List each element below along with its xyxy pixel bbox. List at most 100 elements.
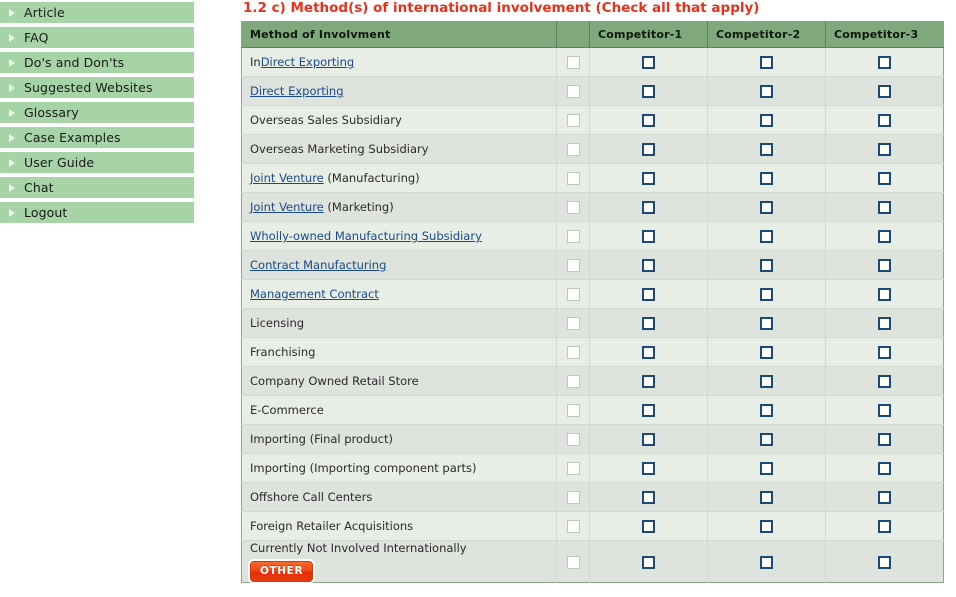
sidebar-item-chat[interactable]: Chat (0, 177, 194, 198)
checkbox-competitor-3[interactable] (878, 433, 891, 446)
checkbox-competitor-2[interactable] (760, 143, 773, 156)
checkbox-self[interactable] (566, 143, 580, 156)
checkbox-competitor-2[interactable] (760, 317, 773, 330)
method-cell: Offshore Call Centers (241, 482, 557, 512)
method-link[interactable]: Joint Venture (250, 171, 324, 185)
checkbox-competitor-3[interactable] (878, 201, 891, 214)
checkbox-competitor-3[interactable] (878, 56, 891, 69)
checkbox-competitor-1[interactable] (642, 462, 655, 475)
checkbox-self[interactable] (566, 56, 580, 69)
checkbox-self[interactable] (566, 462, 580, 475)
method-link[interactable]: Management Contract (250, 287, 379, 301)
sidebar-item-faq[interactable]: FAQ (0, 27, 194, 48)
sidebar-item-article[interactable]: Article (0, 2, 194, 23)
main-content: 1.2 c) Method(s) of international involv… (241, 0, 946, 583)
checkbox-self[interactable] (566, 375, 580, 388)
checkbox-self[interactable] (566, 172, 580, 185)
checkbox-competitor-1[interactable] (642, 230, 655, 243)
checkbox-self[interactable] (566, 404, 580, 417)
checkbox-competitor-3[interactable] (878, 85, 891, 98)
sidebar-item-user-guide[interactable]: User Guide (0, 152, 194, 173)
checkbox-competitor-1[interactable] (642, 317, 655, 330)
checkbox-competitor-3[interactable] (878, 375, 891, 388)
table-row: Franchising (241, 337, 944, 367)
sidebar-item-logout[interactable]: Logout (0, 202, 194, 223)
sidebar-item-glossary[interactable]: Glossary (0, 102, 194, 123)
checkbox-competitor-2[interactable] (760, 346, 773, 359)
checkbox-competitor-2[interactable] (760, 85, 773, 98)
checkbox-competitor-2[interactable] (760, 555, 773, 569)
checkbox-competitor-1[interactable] (642, 201, 655, 214)
checkbox-competitor-2[interactable] (760, 375, 773, 388)
sidebar-item-do-s-and-don-ts[interactable]: Do's and Don'ts (0, 52, 194, 73)
checkbox-competitor-2[interactable] (760, 520, 773, 533)
checkbox-competitor-1[interactable] (642, 491, 655, 504)
checkbox-competitor-2[interactable] (760, 259, 773, 272)
checkbox-cell (707, 221, 826, 251)
table-row: Importing (Final product) (241, 424, 944, 454)
checkbox-competitor-2[interactable] (760, 462, 773, 475)
other-button[interactable]: OTHER (250, 561, 314, 582)
checkbox-competitor-3[interactable] (878, 491, 891, 504)
checkbox-competitor-3[interactable] (878, 259, 891, 272)
sidebar-item-case-examples[interactable]: Case Examples (0, 127, 194, 148)
checkbox-competitor-3[interactable] (878, 555, 891, 569)
checkbox-self[interactable] (566, 259, 580, 272)
checkbox-competitor-3[interactable] (878, 317, 891, 330)
checkbox-competitor-3[interactable] (878, 114, 891, 127)
checkbox-competitor-3[interactable] (878, 143, 891, 156)
checkbox-competitor-1[interactable] (642, 433, 655, 446)
method-link[interactable]: Direct Exporting (261, 55, 355, 69)
checkbox-competitor-3[interactable] (878, 346, 891, 359)
method-link[interactable]: Contract Manufacturing (250, 258, 386, 272)
checkbox-cell (556, 482, 590, 512)
checkbox-competitor-2[interactable] (760, 201, 773, 214)
checkbox-competitor-1[interactable] (642, 172, 655, 185)
checkbox-competitor-3[interactable] (878, 462, 891, 475)
page-title: 1.2 c) Method(s) of international involv… (243, 0, 760, 16)
checkbox-competitor-2[interactable] (760, 230, 773, 243)
column-header-competitor-2: Competitor-2 (707, 21, 826, 48)
checkbox-competitor-1[interactable] (642, 375, 655, 388)
checkbox-competitor-2[interactable] (760, 404, 773, 417)
checkbox-self[interactable] (566, 288, 580, 301)
checkbox-self[interactable] (566, 317, 580, 330)
method-cell: Franchising (241, 337, 557, 367)
checkbox-self[interactable] (566, 520, 580, 533)
checkbox-self[interactable] (566, 114, 580, 127)
checkbox-self[interactable] (566, 346, 580, 359)
checkbox-self[interactable] (566, 85, 580, 98)
checkbox-competitor-3[interactable] (878, 404, 891, 417)
checkbox-self[interactable] (566, 201, 580, 214)
method-link[interactable]: Wholly-owned Manufacturing Subsidiary (250, 229, 482, 243)
checkbox-cell (556, 424, 590, 454)
checkbox-competitor-1[interactable] (642, 555, 655, 569)
checkbox-competitor-1[interactable] (642, 114, 655, 127)
checkbox-competitor-1[interactable] (642, 520, 655, 533)
checkbox-competitor-1[interactable] (642, 404, 655, 417)
checkbox-competitor-1[interactable] (642, 85, 655, 98)
checkbox-competitor-2[interactable] (760, 172, 773, 185)
checkbox-competitor-3[interactable] (878, 230, 891, 243)
checkbox-self[interactable] (566, 433, 580, 446)
checkbox-competitor-2[interactable] (760, 491, 773, 504)
checkbox-competitor-2[interactable] (760, 288, 773, 301)
checkbox-competitor-1[interactable] (642, 288, 655, 301)
method-link[interactable]: Direct Exporting (250, 84, 344, 98)
checkbox-competitor-2[interactable] (760, 433, 773, 446)
checkbox-competitor-1[interactable] (642, 143, 655, 156)
checkbox-competitor-3[interactable] (878, 288, 891, 301)
checkbox-competitor-1[interactable] (642, 56, 655, 69)
checkbox-competitor-3[interactable] (878, 520, 891, 533)
checkbox-self[interactable] (566, 491, 580, 504)
checkbox-self[interactable] (566, 230, 580, 243)
checkbox-competitor-2[interactable] (760, 56, 773, 69)
checkbox-self[interactable] (566, 555, 580, 569)
checkbox-competitor-3[interactable] (878, 172, 891, 185)
checkbox-competitor-1[interactable] (642, 346, 655, 359)
method-label: Currently Not Involved Internationally (250, 541, 467, 555)
method-link[interactable]: Joint Venture (250, 200, 324, 214)
checkbox-competitor-2[interactable] (760, 114, 773, 127)
checkbox-competitor-1[interactable] (642, 259, 655, 272)
sidebar-item-suggested-websites[interactable]: Suggested Websites (0, 77, 194, 98)
